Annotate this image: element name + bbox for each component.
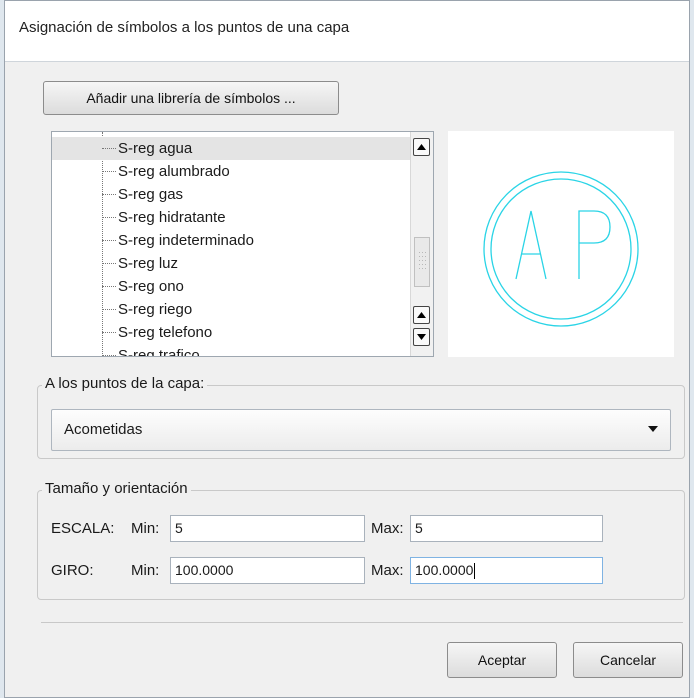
tree-connector xyxy=(102,171,116,172)
giro-max-input[interactable]: 100.0000 xyxy=(410,557,603,584)
list-item[interactable]: S-reg gas xyxy=(52,183,412,206)
list-item-label: S-reg indeterminado xyxy=(118,232,254,249)
giro-min-label: Min: xyxy=(131,562,160,579)
escala-label: ESCALA: xyxy=(51,520,115,537)
symbol-assignment-dialog: Asignación de símbolos a los puntos de u… xyxy=(4,0,690,698)
list-item-label: S-reg gas xyxy=(118,186,184,203)
list-item-label: S-reg agua xyxy=(118,140,193,157)
list-item[interactable]: S-reg luz xyxy=(52,252,412,275)
list-item-label: S-reg trafico xyxy=(118,347,200,357)
list-item-label: S-reg luz xyxy=(118,255,179,272)
layer-select-value: Acometidas xyxy=(64,421,143,438)
grip-icon xyxy=(419,252,426,269)
button-separator xyxy=(41,622,683,623)
escala-max-label: Max: xyxy=(371,520,404,537)
layer-select[interactable]: Acometidas xyxy=(51,409,671,451)
list-item[interactable]: S-reg ono xyxy=(52,275,412,298)
symbol-ap-graphic xyxy=(483,171,639,327)
list-item-label: S-reg riego xyxy=(118,301,193,318)
title-bar: Asignación de símbolos a los puntos de u… xyxy=(5,1,689,62)
tree-connector xyxy=(102,332,116,333)
text-caret xyxy=(474,563,476,580)
list-item[interactable]: S-reg alumbrado xyxy=(52,160,412,183)
size-group-legend: Tamaño y orientación xyxy=(42,480,191,497)
triangle-down-icon xyxy=(417,334,426,340)
tree-connector xyxy=(102,240,116,241)
list-item[interactable]: S-reg indeterminado xyxy=(52,229,412,252)
tree-connector xyxy=(102,309,116,310)
symbol-preview xyxy=(448,131,674,357)
scroll-thumb[interactable] xyxy=(414,237,430,287)
giro-max-label: Max: xyxy=(371,562,404,579)
list-item[interactable]: S-reg trafico xyxy=(52,344,412,357)
tree-connector xyxy=(102,263,116,264)
list-item[interactable]: S-reg telefono xyxy=(52,321,412,344)
escala-max-input[interactable]: 5 xyxy=(410,515,603,542)
giro-min-input[interactable]: 100.0000 xyxy=(170,557,365,584)
cancel-button[interactable]: Cancelar xyxy=(573,642,683,678)
accept-button[interactable]: Aceptar xyxy=(447,642,557,678)
giro-max-value: 100.0000 xyxy=(415,562,474,578)
add-symbol-library-button[interactable]: Añadir una librería de símbolos ... xyxy=(43,81,339,115)
tree-connector xyxy=(102,217,116,218)
symbol-list[interactable]: S-reg agua S-reg alumbrado S-reg gas S-reg … xyxy=(51,131,434,357)
triangle-up-icon xyxy=(417,144,426,150)
scroll-down-button[interactable] xyxy=(413,328,430,346)
tree-connector xyxy=(102,286,116,287)
tree-connector xyxy=(102,194,116,195)
scroll-up-button-lower[interactable] xyxy=(413,306,430,324)
escala-min-label: Min: xyxy=(131,520,160,537)
size-orientation-group: Tamaño y orientación ESCALA: Min: 5 Max:… xyxy=(37,480,685,600)
giro-label: GIRO: xyxy=(51,562,94,579)
list-item-label: S-reg ono xyxy=(118,278,184,295)
list-item-label: S-reg telefono xyxy=(118,324,213,341)
tree-connector xyxy=(102,355,116,356)
chevron-down-icon xyxy=(648,426,658,432)
escala-min-input[interactable]: 5 xyxy=(170,515,365,542)
triangle-up-icon xyxy=(417,312,426,318)
tree-connector xyxy=(102,148,116,149)
layer-group-legend: A los puntos de la capa: xyxy=(42,375,208,392)
scroll-up-button[interactable] xyxy=(413,138,430,156)
layer-group: A los puntos de la capa: Acometidas xyxy=(37,375,685,459)
list-item[interactable]: S-reg agua xyxy=(52,137,412,160)
symbol-list-scrollbar[interactable] xyxy=(410,132,433,356)
list-item[interactable]: S-reg hidratante xyxy=(52,206,412,229)
list-item-label: S-reg hidratante xyxy=(118,209,226,226)
window-title: Asignación de símbolos a los puntos de u… xyxy=(19,19,350,36)
list-item-label: S-reg alumbrado xyxy=(118,163,230,180)
list-item[interactable]: S-reg riego xyxy=(52,298,412,321)
